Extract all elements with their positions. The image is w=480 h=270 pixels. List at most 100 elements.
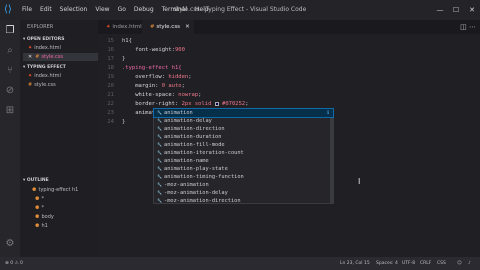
indentation[interactable]: Spaces: 4 [376,257,398,270]
settings-gear-icon[interactable]: ⚙ [3,237,17,251]
editor-actions: ◫ ⋯ [460,20,476,34]
code-text: overflow: hidden; [122,73,191,81]
code-text: } [122,55,125,63]
line-number: 23 [107,110,114,116]
line-number: 21 [107,92,114,98]
errors-icon[interactable]: ⊗ 0 ⚠ 0 [5,257,23,270]
minimize-button[interactable]: — [432,0,448,20]
menu-item-help[interactable]: Help [191,0,213,20]
suggestion-item[interactable]: 🔧 animation ℹ [153,108,334,118]
code-token: hidden [168,74,189,80]
code-line[interactable]: 17} [98,55,480,63]
open-editors-label: OPEN EDITORS [26,37,65,42]
suggestion-item[interactable]: 🔧 animation-timing-function [154,173,333,181]
outline-item[interactable]: ⚈ typing-effect h1 [32,186,102,194]
suggestion-item[interactable]: 🔧 animation-duration [154,133,333,141]
open-editor-item[interactable]: ⁕ index.html [28,44,98,52]
explorer-icon[interactable]: ❐ [3,24,17,38]
code-token: 0 auto [161,83,182,89]
outline-item[interactable]: ⚈ * [35,204,105,212]
outline-item[interactable]: ⚈ * [35,195,105,203]
menu-item-debug[interactable]: Debug [130,0,158,20]
css-file-icon: # [28,82,33,88]
css-rule-icon: ⚈ [35,196,40,202]
line-ending[interactable]: CRLF [420,257,431,270]
code-text: h1{ [122,37,132,45]
outline-item[interactable]: ⚈ h1 [35,222,105,230]
menu-bar: File Edit Selection View Go Debug Terminal Help [18,0,213,20]
debug-icon[interactable]: ⊘ [3,84,17,98]
suggestion-item[interactable]: 🔧 -moz-animation-direction [154,197,333,205]
suggestion-item[interactable]: 🔧 animation-name [154,157,333,165]
code-token: ; [198,92,202,98]
search-icon[interactable]: ⌕ [3,44,17,58]
property-wrench-icon: 🔧 [157,166,162,171]
suggestion-item[interactable]: 🔧 -moz-animation-delay [154,189,333,197]
suggestion-item[interactable]: 🔧 animation-direction [154,125,333,133]
suggestion-item[interactable]: 🔧 -moz-animation [154,181,333,189]
encoding[interactable]: UTF-8 [402,257,415,270]
code-line[interactable]: 16 font-weight:900 [98,46,480,54]
menu-item-view[interactable]: View [91,0,113,20]
code-line[interactable]: 20 margin: 0 auto; [98,82,480,90]
suggestion-item[interactable]: 🔧 animation-play-state [154,165,333,173]
menu-item-go[interactable]: Go [114,0,130,20]
close-button[interactable]: ✕ [464,0,480,20]
html-file-icon: ⁕ [28,45,33,51]
window-controls: — ☐ ✕ [432,0,480,20]
code-text: font-weight:900 [122,46,185,54]
file-item-index[interactable]: ⁕ index.html [28,72,98,80]
more-actions-icon[interactable]: ⋯ [469,23,476,31]
line-number: 19 [107,74,114,80]
tab-index-html[interactable]: ⁕ index.html [98,20,142,34]
code-text: margin: 0 auto; [122,82,185,90]
property-wrench-icon: 🔧 [157,190,162,195]
menu-item-file[interactable]: File [18,0,36,20]
outline-header[interactable]: ▾ OUTLINE [23,178,49,183]
maximize-button[interactable]: ☐ [448,0,464,20]
title-bar: ⟨⟩ File Edit Selection View Go Debug Terminal H… [0,0,480,20]
suggestion-item[interactable]: 🔧 animation-iteration-count [154,149,333,157]
close-icon[interactable]: ✕ [28,54,32,60]
code-line[interactable]: 15 h1{ [98,37,480,45]
code-token: ; [245,101,249,107]
color-swatch[interactable] [214,101,219,106]
code-line[interactable]: 18 .typing-effect h1{ [98,64,480,72]
close-tab-icon[interactable]: ✕ [185,24,190,30]
file-item-style[interactable]: # style.css [28,81,98,89]
split-editor-icon[interactable]: ◫ [460,23,467,31]
suggestion-item[interactable]: 🔧 animation-delay [154,117,333,125]
code-text: border-right: 2px solid #070252; [122,100,249,108]
suggestion-label: -moz-animation-delay [164,190,228,196]
property-wrench-icon: 🔧 [157,182,162,187]
property-wrench-icon: 🔧 [157,158,162,163]
suggestion-item[interactable]: 🔧 animation-fill-mode [154,141,333,149]
cursor-position[interactable]: Ln 23, Col 15 [340,257,370,270]
suggestion-label: animation-direction [164,126,225,132]
menu-item-edit[interactable]: Edit [36,0,56,20]
html-file-icon: ⁕ [28,73,33,79]
code-text: .typing-effect h1{ [122,64,182,72]
open-editors-header[interactable]: ▾ OPEN EDITORS [23,37,64,42]
project-header[interactable]: ▾ TYPING EFFECT [23,65,66,70]
code-line[interactable]: 21 white-space: nowrap; [98,91,480,99]
info-icon[interactable]: ℹ [327,109,329,117]
code-line[interactable]: 22 border-right: 2px solid #070252; [98,100,480,108]
extensions-icon[interactable]: ⊞ [3,104,17,118]
property-wrench-icon: 🔧 [157,174,162,179]
menu-item-selection[interactable]: Selection [56,0,92,20]
notifications-icon[interactable]: ♪ [468,257,471,270]
property-wrench-icon: 🔧 [157,118,162,123]
language-mode[interactable]: CSS [437,257,446,270]
line-number: 22 [107,101,114,107]
outline-item[interactable]: ⚈ body [35,213,105,221]
code-token: #070252 [222,101,246,107]
open-editor-item[interactable]: ✕ # style.css [23,53,98,61]
menu-item-terminal[interactable]: Terminal [158,0,191,20]
code-line[interactable]: 19 overflow: hidden; [98,73,480,81]
tab-style-css[interactable]: # style.css ✕ [142,20,194,34]
code-text: } [122,118,125,126]
code-text: animat [122,109,155,117]
feedback-icon[interactable]: ☺ [457,257,462,270]
source-control-icon[interactable]: ⑂ [3,64,17,78]
